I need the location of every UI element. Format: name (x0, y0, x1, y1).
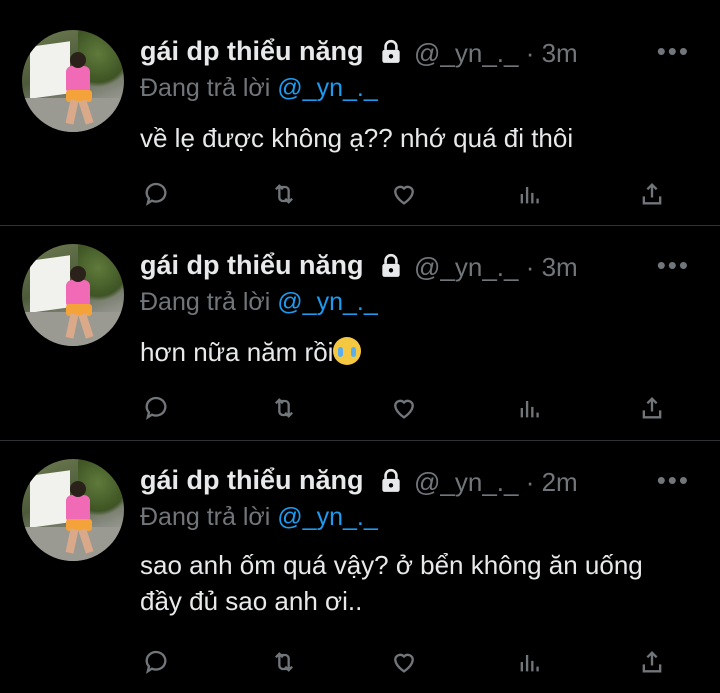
reply-context: Đang trả lời @_yn_._ (140, 503, 378, 532)
retweet-icon[interactable] (268, 178, 300, 210)
timestamp[interactable]: · 2m (526, 467, 578, 497)
tweet[interactable]: gái dp thiểu năng @_yn_._ · 2m ••• Đang … (0, 441, 720, 693)
like-icon[interactable] (388, 646, 420, 678)
author-handle[interactable]: @_yn_._ · 3m (414, 38, 578, 69)
tweet-text: sao anh ốm quá vậy? ở bển không ăn uống … (140, 547, 700, 619)
action-bar (140, 392, 680, 424)
author-handle[interactable]: @_yn_._ · 2m (414, 467, 578, 498)
author-name[interactable]: gái dp thiểu năng (140, 465, 364, 496)
action-bar (140, 178, 680, 210)
reply-mention-link[interactable]: @_yn_._ (277, 74, 377, 102)
tweet[interactable]: gái dp thiểu năng @_yn_._ · 3m ••• Đang … (0, 0, 720, 225)
tweet[interactable]: gái dp thiểu năng @_yn_._ · 3m ••• Đang … (0, 226, 720, 440)
reply-icon[interactable] (140, 646, 172, 678)
reply-context: Đang trả lời @_yn_._ (140, 288, 378, 317)
tweet-text-line: đầy đủ sao anh ơi.. (140, 586, 363, 616)
lock-icon (378, 253, 404, 279)
reply-prefix: Đang trả lời (140, 503, 278, 531)
tweet-text: hơn nữa năm rồi (140, 334, 700, 370)
tweet-text: về lẹ được không ạ?? nhớ quá đi thôi (140, 120, 700, 156)
reply-icon[interactable] (140, 178, 172, 210)
handle-text: @_yn_._ (414, 252, 519, 282)
avatar[interactable] (22, 244, 124, 346)
reply-prefix: Đang trả lời (140, 288, 278, 316)
share-icon[interactable] (636, 178, 668, 210)
tweet-text-line: sao anh ốm quá vậy? ở bển không ăn uống (140, 550, 643, 580)
share-icon[interactable] (636, 646, 668, 678)
reply-prefix: Đang trả lời (140, 74, 278, 102)
handle-text: @_yn_._ (414, 38, 519, 68)
views-icon[interactable] (514, 392, 546, 424)
lock-icon (378, 468, 404, 494)
lock-icon (378, 39, 404, 65)
author-name[interactable]: gái dp thiểu năng (140, 250, 364, 281)
tweet-text-line: hơn nữa năm rồi (140, 337, 334, 367)
like-icon[interactable] (388, 178, 420, 210)
views-icon[interactable] (514, 178, 546, 210)
author-handle[interactable]: @_yn_._ · 3m (414, 252, 578, 283)
reply-context: Đang trả lời @_yn_._ (140, 74, 378, 103)
reply-mention-link[interactable]: @_yn_._ (277, 288, 377, 316)
author-name[interactable]: gái dp thiểu năng (140, 36, 364, 67)
timestamp[interactable]: · 3m (526, 252, 578, 282)
avatar[interactable] (22, 459, 124, 561)
retweet-icon[interactable] (268, 646, 300, 678)
avatar[interactable] (22, 30, 124, 132)
reply-mention-link[interactable]: @_yn_._ (277, 503, 377, 531)
reply-icon[interactable] (140, 392, 172, 424)
share-icon[interactable] (636, 392, 668, 424)
retweet-icon[interactable] (268, 392, 300, 424)
timestamp[interactable]: · 3m (526, 38, 578, 68)
like-icon[interactable] (388, 392, 420, 424)
loudly-crying-face-emoji (333, 337, 362, 365)
action-bar (140, 646, 680, 678)
tweet-text-line: về lẹ được không ạ?? nhớ quá đi thôi (140, 123, 574, 153)
handle-text: @_yn_._ (414, 467, 519, 497)
more-icon[interactable]: ••• (657, 250, 690, 281)
views-icon[interactable] (514, 646, 546, 678)
more-icon[interactable]: ••• (657, 465, 690, 496)
more-icon[interactable]: ••• (657, 36, 690, 67)
